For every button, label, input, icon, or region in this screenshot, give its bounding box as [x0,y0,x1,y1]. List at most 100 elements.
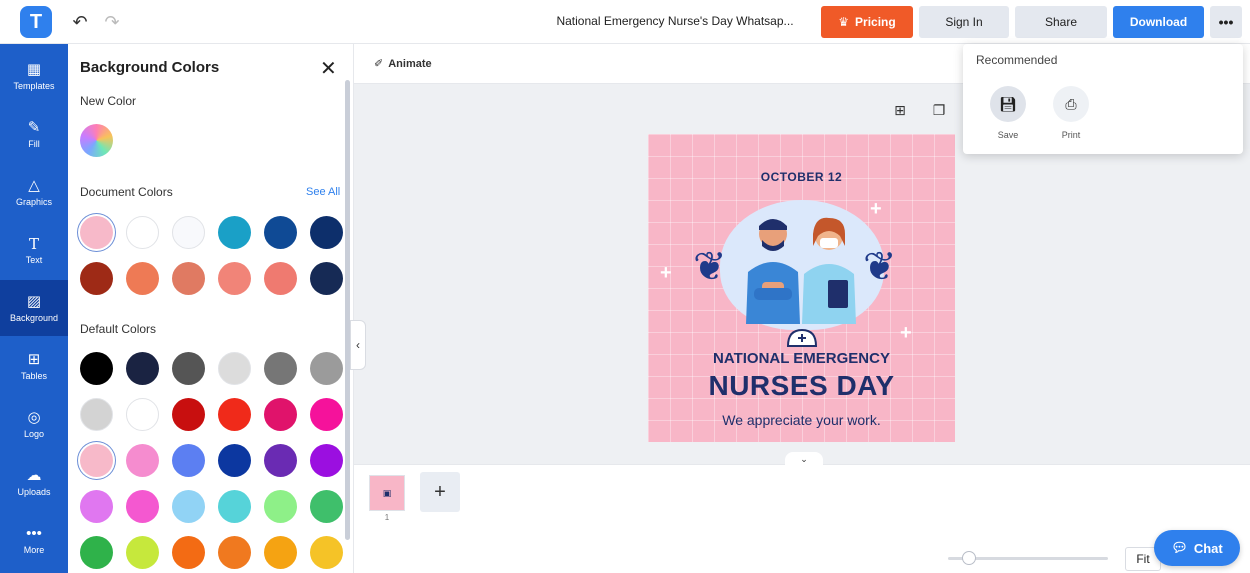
color-swatch[interactable] [264,262,297,295]
color-swatch[interactable] [264,216,297,249]
leaves-right-graphic[interactable]: ❦ [863,244,897,290]
close-icon[interactable]: ✕ [320,56,337,81]
color-swatch[interactable] [172,262,205,295]
color-swatch[interactable] [218,536,251,569]
leaves-left-graphic[interactable]: ❦ [693,244,727,290]
page-number: 1 [384,513,390,522]
color-swatch[interactable] [264,490,297,523]
pages-toggle-button[interactable]: ⌄ [785,452,823,466]
color-swatch[interactable] [80,262,113,295]
chat-button[interactable]: 💬︎ Chat [1154,530,1240,566]
plus-decoration-icon[interactable]: + [870,198,882,221]
design-heading-line1[interactable]: NATIONAL EMERGENCY [648,350,955,367]
color-swatch[interactable] [264,398,297,431]
document-colors-label: Document Colors [80,185,173,199]
undo-icon[interactable]: ↶ [68,10,92,34]
rail-item-graphics[interactable]: △ Graphics [0,164,68,220]
color-swatch[interactable] [310,536,343,569]
pricing-button[interactable]: ♛ Pricing [821,6,913,38]
color-swatch[interactable] [126,444,159,477]
color-swatch[interactable] [80,536,113,569]
duplicate-icon[interactable]: ❐ [930,101,948,119]
color-swatch[interactable] [218,262,251,295]
download-button[interactable]: Download [1113,6,1204,38]
see-all-link[interactable]: See All [306,186,340,198]
add-page-button[interactable]: + [420,472,460,512]
redo-icon[interactable]: ↷ [100,10,124,34]
color-swatch[interactable] [126,536,159,569]
new-color-label: New Color [80,94,137,108]
rail-item-background[interactable]: ▨ Background [0,280,68,336]
rail-item-logo[interactable]: ◎ Logo [0,396,68,452]
color-swatch[interactable] [80,216,113,249]
nurse-cap-icon[interactable] [785,327,819,349]
color-swatch[interactable] [126,352,159,385]
color-swatch[interactable] [218,490,251,523]
default-colors-label: Default Colors [80,322,157,336]
color-swatch[interactable] [310,398,343,431]
color-swatch[interactable] [126,262,159,295]
color-swatch[interactable] [310,352,343,385]
top-bar: T ↶ ↷ National Emergency Nurse's Day Wha… [0,0,1250,44]
color-swatch[interactable] [126,490,159,523]
app-logo[interactable]: T [20,6,52,38]
color-swatch[interactable] [172,490,205,523]
color-swatch[interactable] [172,536,205,569]
color-swatch[interactable] [172,352,205,385]
plus-decoration-icon[interactable]: + [660,262,672,285]
panel-title: Background Colors [80,59,220,76]
rail-item-uploads[interactable]: ☁ Uploads [0,454,68,510]
color-swatch[interactable] [310,262,343,295]
more-options-button[interactable]: ••• [1210,6,1242,38]
color-swatch[interactable] [80,490,113,523]
female-nurse-graphic[interactable] [800,212,858,324]
zoom-slider-handle[interactable] [962,551,976,565]
panel-scrollbar[interactable] [345,80,350,540]
pricing-label: Pricing [855,15,896,29]
rail-item-more[interactable]: ••• More [0,512,68,568]
plus-decoration-icon[interactable]: + [900,322,912,345]
design-canvas[interactable]: OCTOBER 12 ❦ ❦ + + + NATIONAL EMERGENCY … [648,134,955,442]
animate-button[interactable]: ✐ Animate [374,57,432,71]
male-nurse-graphic[interactable] [744,212,802,324]
rail-item-fill[interactable]: ✎ Fill [0,106,68,162]
color-swatch[interactable] [264,352,297,385]
color-swatch[interactable] [80,398,113,431]
new-color-picker[interactable] [80,124,113,157]
rail-item-tables[interactable]: ⊞ Tables [0,338,68,394]
color-swatch[interactable] [126,398,159,431]
color-swatch[interactable] [218,352,251,385]
color-swatch[interactable] [172,398,205,431]
sign-in-button[interactable]: Sign In [919,6,1009,38]
color-swatch[interactable] [172,444,205,477]
color-swatch[interactable] [218,216,251,249]
add-page-icon[interactable]: ⊞ [891,101,909,119]
color-swatch[interactable] [310,490,343,523]
color-swatch[interactable] [218,444,251,477]
design-subtitle[interactable]: We appreciate your work. [648,412,955,428]
color-swatch[interactable] [310,216,343,249]
design-heading-line2[interactable]: NURSES DAY [648,370,955,402]
share-button[interactable]: Share [1015,6,1107,38]
color-swatch[interactable] [218,398,251,431]
rail-item-label: Background [9,312,59,323]
page-thumbnail[interactable]: ▣ [369,475,405,511]
collapse-panel-button[interactable]: ‹ [350,320,366,370]
color-swatch[interactable] [80,352,113,385]
design-date-text[interactable]: OCTOBER 12 [648,170,955,184]
color-swatch[interactable] [310,444,343,477]
logo-icon: ◎ [27,408,41,426]
pages-strip [354,464,1250,573]
document-title[interactable]: National Emergency Nurse's Day Whatsap..… [540,14,810,28]
color-swatch[interactable] [80,444,113,477]
save-option[interactable]: 💾︎ Save [988,86,1028,140]
color-swatch[interactable] [126,216,159,249]
color-swatch[interactable] [264,444,297,477]
print-option[interactable]: ⎙ Print [1051,86,1091,140]
more-options-dropdown: Recommended 💾︎ Save ⎙ Print [963,44,1243,154]
fill-icon: ✎ [27,118,41,136]
color-swatch[interactable] [264,536,297,569]
rail-item-templates[interactable]: ▦ Templates [0,48,68,104]
rail-item-text[interactable]: T Text [0,222,68,278]
color-swatch[interactable] [172,216,205,249]
